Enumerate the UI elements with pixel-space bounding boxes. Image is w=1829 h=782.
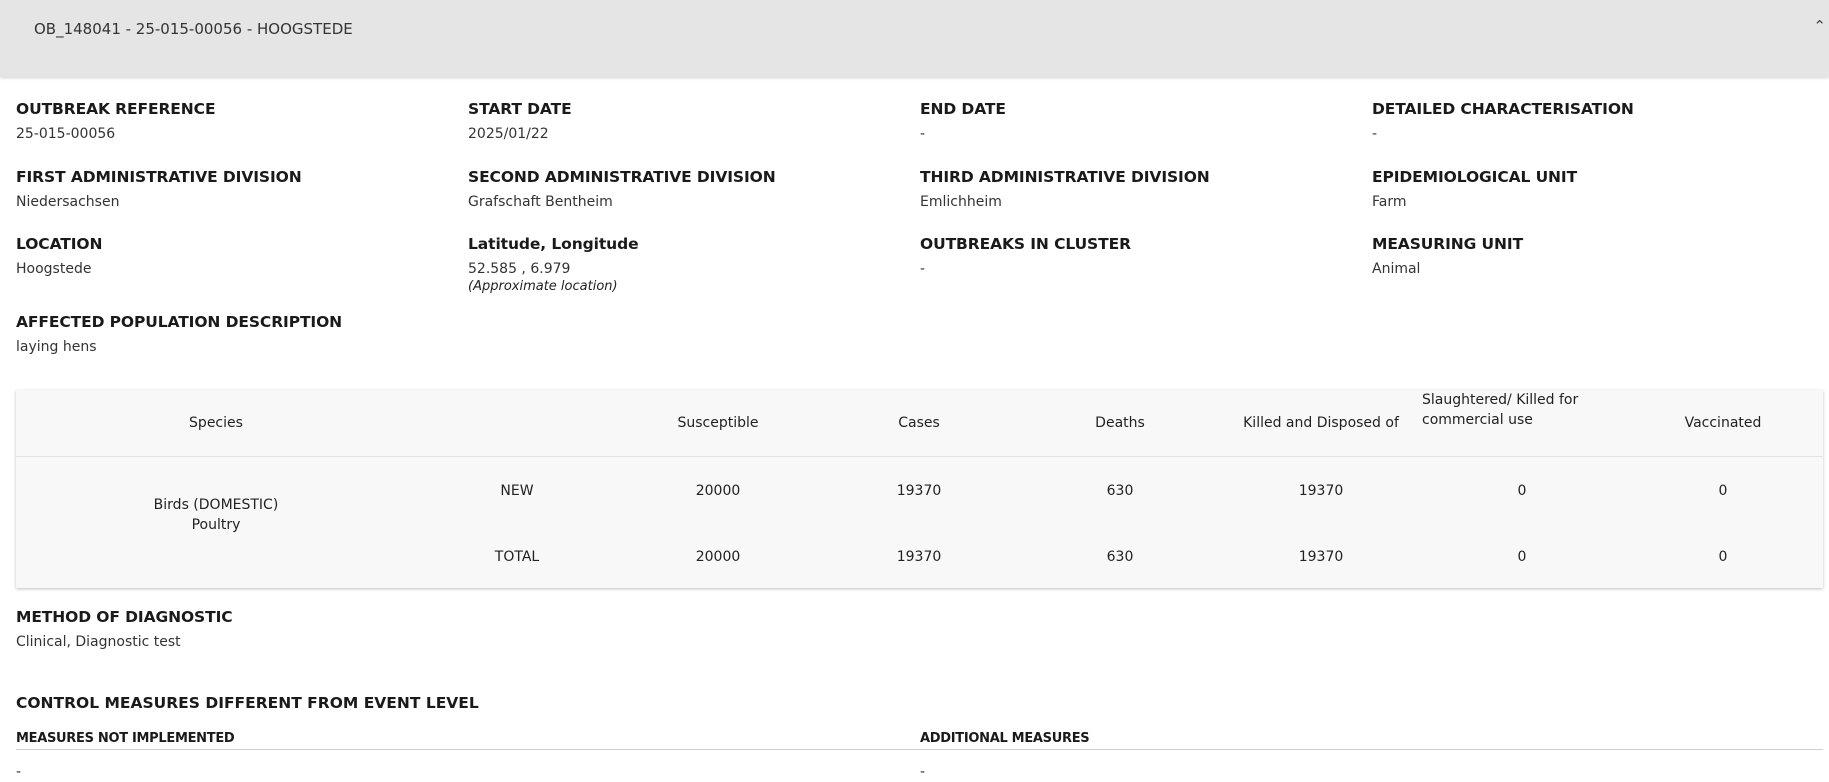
field-label: SECOND ADMINISTRATIVE DIVISION (468, 168, 776, 186)
approximate-location-note: (Approximate location) (468, 279, 618, 294)
field-label: THIRD ADMINISTRATIVE DIVISION (920, 168, 1210, 186)
field-outbreak-reference: OUTBREAK REFERENCE 25-015-00056 (16, 100, 216, 142)
total-susceptible: 20000 (695, 549, 741, 565)
field-value: - (920, 261, 926, 277)
new-vaccinated: 0 (1718, 483, 1728, 499)
field-label: FIRST ADMINISTRATIVE DIVISION (16, 168, 302, 186)
field-value: 25-015-00056 (16, 126, 116, 142)
field-value: Grafschaft Bentheim (468, 194, 613, 210)
additional-measures-value: - (920, 764, 926, 780)
col-header-slaughtered: Slaughtered/ Killed for commercial use (1422, 390, 1622, 456)
field-label: METHOD OF DIAGNOSTIC (16, 608, 233, 626)
field-value: Emlichheim (920, 194, 1002, 210)
field-value: Farm (1372, 194, 1407, 210)
field-second-admin-division: SECOND ADMINISTRATIVE DIVISION Grafschaf… (468, 168, 776, 210)
species-cell: Birds (DOMESTIC) Poultry (16, 480, 416, 550)
field-label: OUTBREAKS IN CLUSTER (920, 235, 1131, 253)
field-label: LOCATION (16, 235, 103, 253)
chevron-up-icon[interactable]: ⌃ (1813, 17, 1826, 35)
new-killed: 19370 (1298, 483, 1344, 499)
field-label: END DATE (920, 100, 1006, 118)
total-killed: 19370 (1298, 549, 1344, 565)
field-third-admin-division: THIRD ADMINISTRATIVE DIVISION Emlichheim (920, 168, 1210, 210)
col-header-cases: Cases (898, 415, 940, 431)
total-vaccinated: 0 (1718, 549, 1728, 565)
measures-not-implemented-label: MEASURES NOT IMPLEMENTED (16, 731, 235, 746)
field-outbreaks-in-cluster: OUTBREAKS IN CLUSTER - (920, 235, 1131, 277)
field-value: - (920, 126, 926, 142)
total-cases: 19370 (896, 549, 942, 565)
field-end-date: END DATE - (920, 100, 1006, 142)
field-method-of-diagnostic: METHOD OF DIAGNOSTIC Clinical, Diagnosti… (16, 608, 233, 650)
field-value: Animal (1372, 261, 1421, 277)
species-subtype: Poultry (191, 517, 241, 533)
field-label: OUTBREAK REFERENCE (16, 100, 216, 118)
field-value: 52.585 , 6.979 (468, 261, 571, 277)
field-value: Niedersachsen (16, 194, 120, 210)
col-header-deaths: Deaths (1095, 415, 1145, 431)
divider (16, 749, 1823, 750)
total-slaughtered: 0 (1517, 549, 1527, 565)
field-value: Hoogstede (16, 261, 92, 277)
col-header-killed: Killed and Disposed of (1243, 415, 1399, 431)
col-header-susceptible: Susceptible (677, 415, 759, 431)
additional-measures-label: ADDITIONAL MEASURES (920, 731, 1090, 746)
field-value: Clinical, Diagnostic test (16, 634, 181, 650)
field-label: AFFECTED POPULATION DESCRIPTION (16, 313, 343, 331)
new-cases: 19370 (896, 483, 942, 499)
field-value: laying hens (16, 339, 97, 355)
outbreak-title: OB_148041 - 25-015-00056 - HOOGSTEDE (34, 20, 353, 38)
species-name: Birds (DOMESTIC) (153, 497, 279, 513)
field-lat-long: Latitude, Longitude 52.585 , 6.979 (Appr… (468, 235, 639, 294)
field-start-date: START DATE 2025/01/22 (468, 100, 572, 142)
new-slaughtered: 0 (1517, 483, 1527, 499)
control-measures-title: CONTROL MEASURES DIFFERENT FROM EVENT LE… (16, 694, 479, 712)
new-susceptible: 20000 (695, 483, 741, 499)
field-value: 2025/01/22 (468, 126, 549, 142)
field-label: DETAILED CHARACTERISATION (1372, 100, 1634, 118)
field-label: START DATE (468, 100, 572, 118)
col-header-species: Species (189, 415, 243, 431)
field-label: MEASURING UNIT (1372, 235, 1524, 253)
species-table: Species Susceptible Cases Deaths Killed … (16, 390, 1823, 588)
measures-not-implemented-value: - (16, 764, 22, 780)
field-first-admin-division: FIRST ADMINISTRATIVE DIVISION Niedersach… (16, 168, 302, 210)
field-value: - (1372, 126, 1378, 142)
outbreak-header[interactable]: OB_148041 - 25-015-00056 - HOOGSTEDE ⌃ (0, 0, 1829, 77)
row-type-total: TOTAL (494, 549, 540, 565)
col-header-vaccinated: Vaccinated (1684, 415, 1762, 431)
field-label: EPIDEMIOLOGICAL UNIT (1372, 168, 1578, 186)
field-location: LOCATION Hoogstede (16, 235, 102, 277)
total-deaths: 630 (1106, 549, 1134, 565)
col-header-slaughtered-line2: commercial use (1422, 412, 1533, 428)
field-measuring-unit: MEASURING UNIT Animal (1372, 235, 1523, 277)
row-type-new: NEW (500, 483, 534, 499)
field-detailed-characterisation: DETAILED CHARACTERISATION - (1372, 100, 1634, 142)
new-deaths: 630 (1106, 483, 1134, 499)
field-label: Latitude, Longitude (468, 235, 639, 253)
table-header-row: Species Susceptible Cases Deaths Killed … (16, 390, 1823, 457)
col-header-slaughtered-line1: Slaughtered/ Killed for (1422, 392, 1579, 408)
field-epidemiological-unit: EPIDEMIOLOGICAL UNIT Farm (1372, 168, 1577, 210)
field-affected-population: AFFECTED POPULATION DESCRIPTION laying h… (16, 313, 342, 355)
